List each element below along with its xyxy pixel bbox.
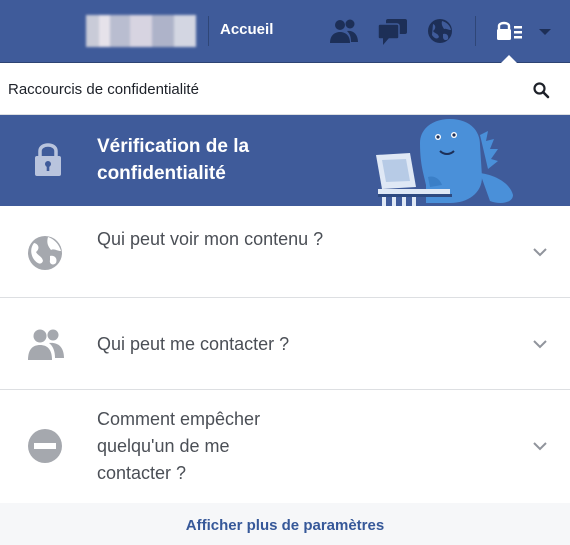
lock-icon	[35, 143, 61, 176]
divider	[208, 16, 209, 46]
globe-icon	[28, 236, 62, 270]
top-navigation-bar: Accueil	[0, 0, 570, 63]
profile-avatar-blurred[interactable]	[86, 15, 196, 47]
notifications-globe-icon[interactable]	[424, 16, 458, 46]
panel-title: Raccourcis de confidentialité	[8, 81, 199, 98]
chevron-down-icon[interactable]	[532, 339, 548, 349]
chevron-down-icon[interactable]	[532, 441, 548, 451]
dropdown-pointer	[500, 55, 518, 64]
list-item-who-can-see[interactable]: Qui peut voir mon contenu ?	[0, 207, 570, 298]
list-item-who-can-contact[interactable]: Qui peut me contacter ?	[0, 298, 570, 390]
list-item-block-contact[interactable]: Comment empêcher quelqu'un de me contact…	[0, 390, 570, 502]
show-more-settings-link[interactable]: Afficher plus de paramètres	[0, 517, 570, 534]
panel-header: Raccourcis de confidentialité	[0, 64, 570, 115]
messages-icon[interactable]	[376, 16, 410, 46]
privacy-shortcuts-icon[interactable]	[494, 16, 528, 46]
friend-requests-icon[interactable]	[327, 16, 361, 46]
account-dropdown-chevron-icon[interactable]	[535, 16, 555, 46]
list-item-label: Qui peut voir mon contenu ?	[97, 229, 324, 249]
search-icon[interactable]	[532, 81, 550, 99]
people-icon	[28, 329, 64, 360]
divider	[475, 16, 476, 46]
chevron-down-icon[interactable]	[532, 247, 548, 257]
home-link[interactable]: Accueil	[220, 21, 273, 38]
panel-footer: Afficher plus de paramètres	[0, 503, 570, 545]
privacy-dinosaur-illustration	[376, 119, 513, 206]
privacy-checkup-title: Vérification de la confidentialité	[97, 136, 250, 184]
list-item-label: Qui peut me contacter ?	[97, 334, 290, 354]
block-icon	[28, 429, 62, 463]
list-item-label: Comment empêcher quelqu'un de me contact…	[97, 409, 261, 483]
privacy-checkup-banner[interactable]: Vérification de la confidentialité	[0, 115, 570, 206]
